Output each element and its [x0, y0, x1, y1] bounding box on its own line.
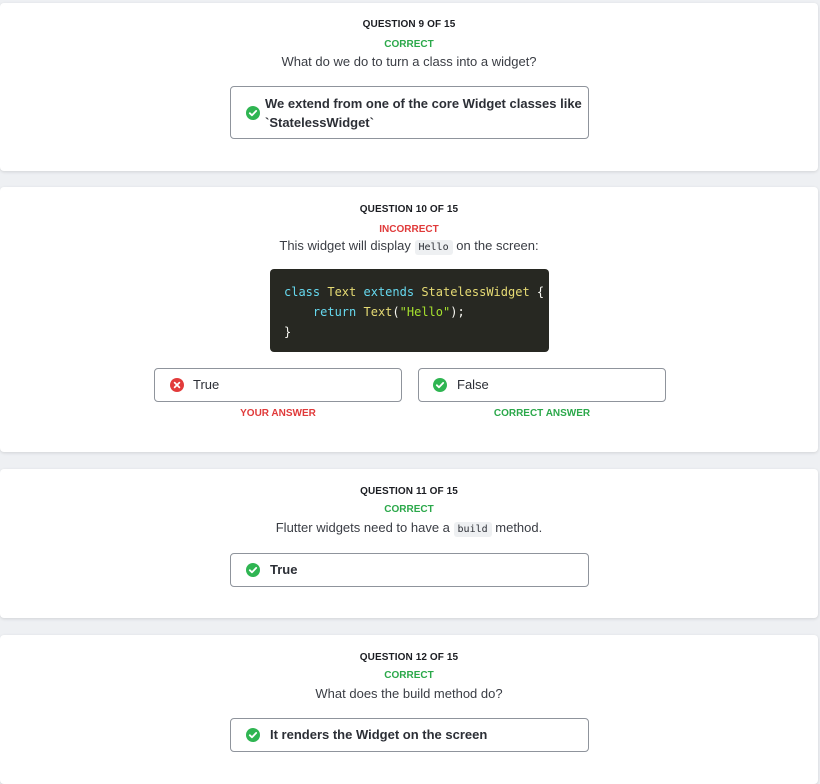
your-answer-tag: YOUR ANSWER — [240, 408, 316, 419]
question-card-10: QUESTION 10 OF 15 INCORRECT This widget … — [0, 187, 818, 452]
answer-label: False — [457, 377, 489, 392]
code-line-3: } — [284, 325, 292, 339]
answer-label: True — [193, 377, 220, 392]
answer-option-true[interactable]: True — [154, 368, 402, 402]
x-circle-icon — [170, 378, 184, 392]
correct-answer-tag: CORRECT ANSWER — [493, 408, 591, 419]
question-text-after: on the screen: — [456, 238, 539, 253]
check-circle-icon — [246, 106, 260, 120]
code-block: class Text extends StatelessWidget { ret… — [270, 269, 549, 352]
question-text: This widget will display Hello on the sc… — [0, 238, 818, 255]
question-number: QUESTION 11 OF 15 — [360, 486, 458, 497]
answer-label-line-2: `StatelessWidget` — [265, 115, 374, 130]
question-card-9: QUESTION 9 OF 15 CORRECT What do we do t… — [0, 3, 818, 171]
check-circle-icon — [246, 563, 260, 577]
code-line-2: return Text("Hello"); — [312, 305, 465, 319]
answer-label: True — [270, 562, 298, 577]
result-status: CORRECT — [384, 504, 434, 515]
answer-option[interactable]: It renders the Widget on the screen — [230, 718, 589, 752]
question-card-11: QUESTION 11 OF 15 CORRECT Flutter widget… — [0, 469, 818, 618]
result-status: CORRECT — [384, 39, 434, 50]
question-number: QUESTION 10 OF 15 — [359, 204, 459, 215]
question-text-before: This widget will display — [279, 238, 411, 253]
inline-code: build — [453, 522, 492, 537]
code-line-1: class Text extends StatelessWidget { — [284, 285, 545, 299]
result-status: CORRECT — [384, 670, 434, 681]
check-circle-icon — [433, 378, 447, 392]
answer-option-false[interactable]: False — [418, 368, 666, 402]
question-number: QUESTION 12 OF 15 — [359, 652, 459, 663]
question-card-12: QUESTION 12 OF 15 CORRECT What does the … — [0, 635, 818, 784]
question-number: QUESTION 9 OF 15 — [362, 19, 456, 30]
question-text: Flutter widgets need to have a build met… — [0, 520, 818, 537]
check-circle-icon — [246, 728, 260, 742]
answer-label-line-1: We extend from one of the core Widget cl… — [265, 96, 582, 111]
inline-code: Hello — [414, 240, 453, 255]
question-text-before: Flutter widgets need to have a — [275, 520, 450, 535]
result-status: INCORRECT — [379, 224, 439, 235]
answer-option[interactable]: True — [230, 553, 589, 587]
question-text: What does the build method do? — [315, 686, 503, 701]
question-text: What do we do to turn a class into a wid… — [281, 54, 537, 69]
answer-label: It renders the Widget on the screen — [270, 727, 488, 742]
answer-option[interactable]: We extend from one of the core Widget cl… — [230, 86, 589, 139]
question-text-after: method. — [495, 520, 543, 535]
